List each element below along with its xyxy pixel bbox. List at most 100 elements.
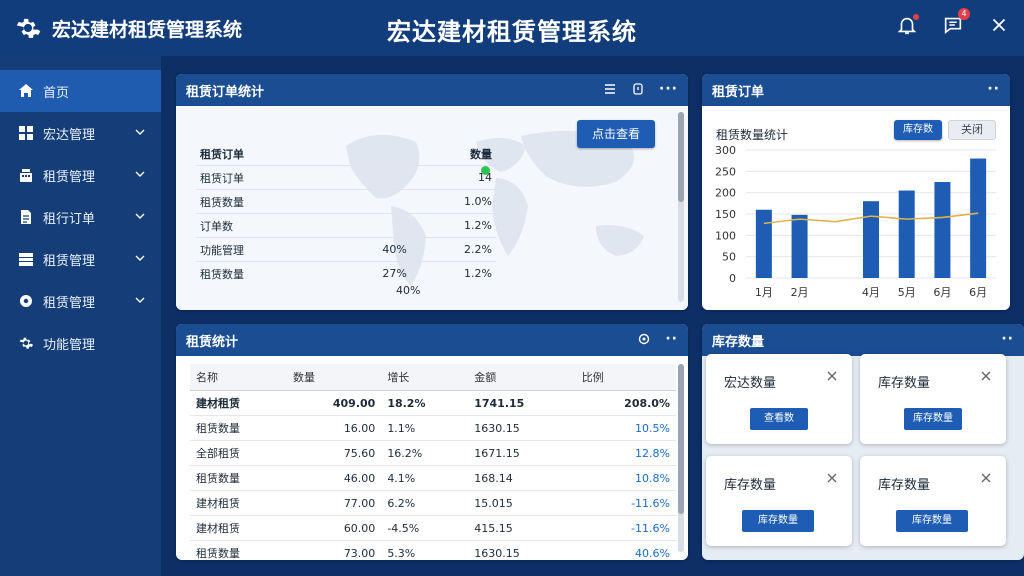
table-row: 功能管理 40% 2.2% bbox=[196, 237, 496, 262]
table-row[interactable]: 租赁数量 46.00 4.1% 168.14 10.8% bbox=[190, 465, 676, 491]
panel-header: 租赁订单统计 ··· bbox=[176, 74, 688, 106]
more-icon[interactable]: ·· bbox=[1001, 332, 1014, 346]
inventory-button[interactable]: 库存数 bbox=[894, 120, 942, 140]
x-tick-label: 6月 bbox=[969, 286, 987, 299]
card-button[interactable]: 查看数 bbox=[750, 408, 808, 430]
close-icon[interactable] bbox=[980, 370, 992, 382]
view-details-button[interactable]: 点击查看 bbox=[577, 120, 655, 148]
chart-area: 租赁数量统计 库存数 关闭 0 50 100 150 200 250 300 1月 2月 4月 5月… bbox=[702, 106, 1010, 310]
card-button[interactable]: 库存数量 bbox=[904, 408, 962, 430]
chevron-down-icon bbox=[135, 297, 145, 303]
scrollbar[interactable] bbox=[678, 112, 684, 302]
close-icon bbox=[992, 18, 1006, 32]
inventory-card: 库存数量 库存数量 bbox=[860, 456, 1006, 546]
table-cell: 1.2% bbox=[464, 267, 492, 280]
gear-icon bbox=[19, 337, 33, 349]
status-dot bbox=[481, 166, 490, 175]
table-cell: 1.0% bbox=[410, 189, 496, 214]
bar-line-chart: 0 50 100 150 200 250 300 1月 2月 4月 5月 6月 6月 bbox=[715, 144, 996, 299]
column-header[interactable]: 金额 bbox=[468, 364, 576, 391]
table-row[interactable]: 全部租赁 75.60 16.2% 1671.15 12.8% bbox=[190, 440, 676, 466]
table-cell: 1671.15 bbox=[468, 440, 576, 466]
bar[interactable] bbox=[755, 209, 772, 278]
table-cell: 10.8% bbox=[575, 465, 676, 491]
close-label: 关闭 bbox=[961, 123, 983, 136]
table-row[interactable]: 建材租赁 77.00 6.2% 15.015 -11.6% bbox=[190, 490, 676, 516]
bell-dot bbox=[913, 14, 919, 20]
inventory-panel: 库存数量 ·· 宏达数量 查看数 库存数量 库存数量 库存数量 库存数量 库存数… bbox=[702, 324, 1024, 560]
bar[interactable] bbox=[970, 158, 987, 278]
settings-icon[interactable] bbox=[637, 332, 651, 346]
close-icon[interactable] bbox=[826, 370, 838, 382]
table-cell bbox=[334, 189, 411, 214]
panel-title: 库存数量 bbox=[712, 334, 765, 350]
more-icon[interactable]: ··· bbox=[659, 82, 678, 96]
y-tick-label: 150 bbox=[715, 208, 736, 221]
inventory-card: 库存数量 库存数量 bbox=[706, 456, 852, 546]
table-row[interactable]: 建材租赁 409.00 18.2% 1741.15 208.0% bbox=[190, 390, 676, 416]
sidebar-item-hongda-management[interactable]: 宏达管理 bbox=[0, 112, 161, 154]
table-cell: -11.6% bbox=[575, 490, 676, 516]
table-row[interactable]: 租赁数量 73.00 5.3% 1630.15 40.6% bbox=[190, 540, 676, 560]
table-cell: 46.00 bbox=[287, 465, 382, 491]
panel-header: 租赁订单 ·· bbox=[702, 74, 1010, 106]
column-header[interactable]: 比例 bbox=[575, 364, 676, 391]
table-row: 租赁数量 1.0% bbox=[196, 189, 496, 214]
messages-button[interactable]: 4 bbox=[942, 8, 970, 36]
table-cell bbox=[334, 165, 411, 190]
y-tick-label: 200 bbox=[715, 187, 736, 200]
sidebar-item-asset-management[interactable]: 租赁管理 bbox=[0, 280, 161, 322]
x-tick-label: 2月 bbox=[791, 286, 809, 299]
more-icon[interactable]: ·· bbox=[665, 332, 678, 346]
sidebar-item-home[interactable]: 首页 bbox=[0, 70, 161, 112]
scrollbar-thumb[interactable] bbox=[678, 364, 684, 514]
more-icon[interactable]: ·· bbox=[987, 82, 1000, 96]
timer-icon[interactable] bbox=[631, 82, 645, 96]
sidebar-item-rental-management[interactable]: 租赁管理 bbox=[0, 154, 161, 196]
close-icon[interactable] bbox=[980, 472, 992, 484]
footer-value: 40% bbox=[396, 284, 421, 297]
document-icon bbox=[21, 210, 31, 224]
list-icon[interactable] bbox=[603, 82, 617, 96]
table-row: 订单数 1.2% bbox=[196, 213, 496, 238]
table-cell: 5.3% bbox=[381, 540, 469, 560]
close-button[interactable] bbox=[988, 14, 1010, 36]
x-tick-label: 1月 bbox=[755, 286, 773, 299]
table-cell: -4.5% bbox=[381, 515, 469, 541]
table-cell: 16.00 bbox=[287, 415, 382, 441]
close-icon[interactable] bbox=[826, 472, 838, 484]
notification-count-badge: 4 bbox=[958, 8, 970, 20]
table-cell: 1630.15 bbox=[468, 540, 576, 560]
bar[interactable] bbox=[863, 201, 879, 278]
y-tick-label: 250 bbox=[715, 165, 736, 178]
table-cell: 73.00 bbox=[287, 540, 382, 560]
sidebar-item-lease-management[interactable]: 租赁管理 bbox=[0, 238, 161, 280]
column-header[interactable]: 增长 bbox=[381, 364, 469, 391]
world-map-area: 点击查看 租赁订单 数量 租赁订单 14 租赁数量 1.0% 订单数 1.2% 功能管理 40% 2… bbox=[176, 106, 688, 310]
bar[interactable] bbox=[934, 182, 951, 278]
table-row[interactable]: 租赁数量 16.00 1.1% 1630.15 10.5% bbox=[190, 415, 676, 441]
panel-title: 租赁订单 bbox=[712, 84, 765, 100]
scrollbar[interactable] bbox=[678, 364, 684, 552]
table-cell: 租赁数量 bbox=[190, 540, 287, 560]
card-button[interactable]: 库存数量 bbox=[742, 510, 814, 532]
card-button[interactable]: 库存数量 bbox=[896, 510, 968, 532]
rental-stats-panel: 租赁统计 ·· 名称 数量 增长 金额 比例 建材租赁 409.00 18.2% 1741.1… bbox=[176, 324, 688, 560]
notification-bell-button[interactable] bbox=[896, 14, 919, 36]
bar[interactable] bbox=[791, 214, 808, 278]
column-header[interactable]: 名称 bbox=[190, 364, 287, 391]
scrollbar-thumb[interactable] bbox=[678, 112, 684, 202]
header-cell: 租赁订单 bbox=[196, 142, 334, 166]
table-row[interactable]: 建材租赁 60.00 -4.5% 415.15 -11.6% bbox=[190, 515, 676, 541]
bar[interactable] bbox=[898, 190, 915, 278]
column-header[interactable]: 数量 bbox=[287, 364, 382, 391]
table-row: 租赁订单 14 bbox=[196, 165, 496, 190]
table-cell: 租赁数量 bbox=[196, 189, 334, 214]
y-tick-label: 300 bbox=[715, 144, 736, 157]
x-tick-label: 5月 bbox=[898, 286, 916, 299]
y-tick-label: 100 bbox=[715, 229, 736, 242]
card-title: 宏达数量 bbox=[724, 376, 777, 391]
sidebar-item-function-management[interactable]: 功能管理 bbox=[0, 322, 161, 364]
close-chart-button[interactable]: 关闭 bbox=[948, 120, 996, 140]
sidebar-item-rental-orders[interactable]: 租行订单 bbox=[0, 196, 161, 238]
